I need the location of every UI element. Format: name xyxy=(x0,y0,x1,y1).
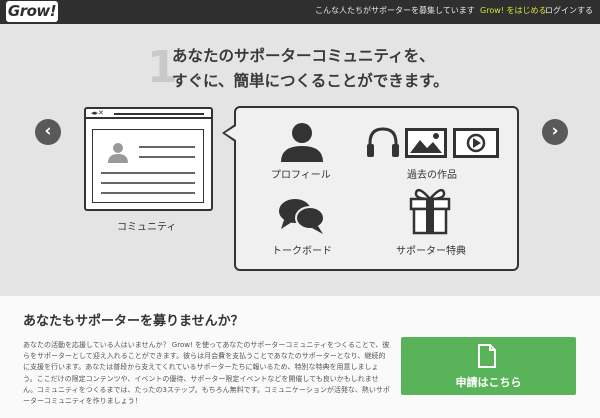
card-line xyxy=(139,146,195,148)
bubble-tail-inner xyxy=(225,126,236,140)
feature-label-profile: プロフィール xyxy=(271,170,331,181)
user-icon xyxy=(108,143,128,163)
recruit-body: あなたの活動を応援している人はいませんか？ Grow! を使ってあなたのサポータ… xyxy=(23,341,390,406)
start-link[interactable]: Grow! をはじめる xyxy=(480,5,547,16)
logo[interactable]: Grow! xyxy=(6,1,58,22)
image-icon xyxy=(405,128,447,158)
headline-line-2: すぐに、簡単につくることができます。 xyxy=(172,72,449,90)
chevron-right-icon[interactable]: › xyxy=(542,119,568,145)
video-icon xyxy=(453,128,499,158)
feature-label-benefits: サポーター特典 xyxy=(396,246,466,257)
hero-headline: あなたのサポーターコミュニティを、 すぐに、簡単につくることができます。 xyxy=(172,44,449,94)
profile-card xyxy=(92,129,204,203)
card-line xyxy=(139,156,195,158)
chat-bubbles-icon xyxy=(279,199,325,234)
apply-button-label[interactable]: 申請はこちら xyxy=(401,374,576,390)
gift-icon xyxy=(409,188,451,235)
card-line xyxy=(101,182,195,184)
person-icon xyxy=(281,123,323,162)
recruit-title: あなたもサポーターを募りませんか？ xyxy=(23,314,244,329)
community-window-illustration: ◂▸✕ xyxy=(84,107,213,211)
login-link[interactable]: ログインする xyxy=(545,5,593,16)
feature-label-works: 過去の作品 xyxy=(407,170,457,181)
feature-label-talkboard: トークボード xyxy=(272,246,332,257)
tagline-link[interactable]: こんな人たちがサポーターを募集しています xyxy=(315,5,475,16)
headline-line-1: あなたのサポーターコミュニティを、 xyxy=(172,47,435,65)
card-line xyxy=(101,192,195,194)
document-icon xyxy=(478,344,496,368)
window-titlebar: ◂▸✕ xyxy=(86,109,211,119)
window-controls-icon: ◂▸✕ xyxy=(91,109,104,117)
headphones-icon xyxy=(367,127,399,157)
top-bar: Grow! こんな人たちがサポーターを募集しています Grow! をはじめる ロ… xyxy=(0,0,600,24)
chevron-left-icon[interactable]: ‹ xyxy=(35,119,61,145)
community-label: コミュニティ xyxy=(117,222,177,233)
address-bar xyxy=(114,113,204,115)
card-line xyxy=(101,172,195,174)
